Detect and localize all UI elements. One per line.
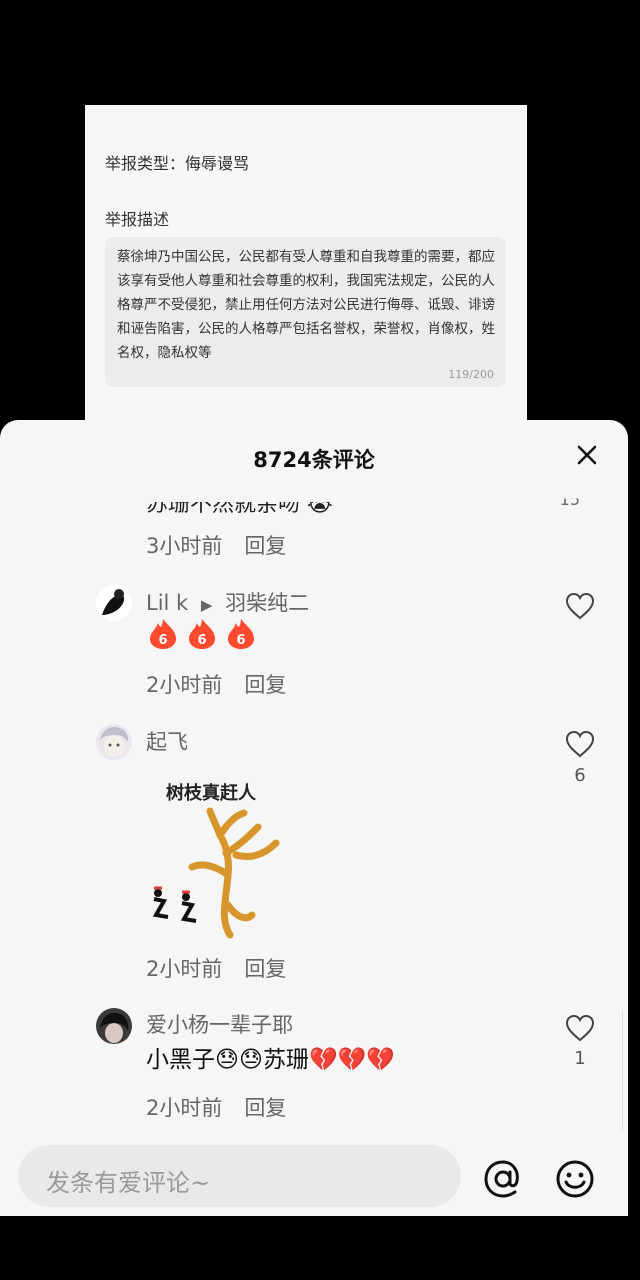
reply-button[interactable]: 回复 [244,957,286,981]
like-heart-icon[interactable] [565,592,595,620]
comment-author[interactable]: 爱小杨一辈子耶 [146,1009,293,1039]
fire-666-icon: 6 [228,619,254,649]
tree-branch-drawing [152,807,280,939]
avatar[interactable] [96,1008,132,1044]
comment-body: 6 6 6 [146,618,263,650]
comment-meta: 2小时前 回复 [146,669,286,699]
mention-at-icon[interactable] [482,1158,524,1200]
close-icon[interactable] [576,444,598,466]
comment-time: 2小时前 [146,957,223,981]
svg-text:6: 6 [158,633,167,648]
comment-meta: 2小时前 回复 [146,1092,286,1122]
comment-body: 小黑子😓😓苏珊💔💔💔 [146,1047,395,1073]
report-type: 举报类型：侮辱谩骂 [105,154,250,173]
comment-text: 苏珊不然就亲吻 😭 [146,492,333,517]
comment-time: 3小时前 [146,534,223,558]
comment-input[interactable]: 发条有爱评论~ [18,1145,461,1207]
report-panel: 举报类型：侮辱谩骂 举报描述 蔡徐坤乃中国公民，公民都有受人尊重和自我尊重的需要… [85,105,527,435]
broken-heart-icon: 💔💔💔 [308,1047,395,1073]
sticker-image[interactable]: 树枝真赶人 [140,775,290,945]
like-count: 15 [559,490,580,509]
svg-text:6: 6 [236,633,245,648]
report-description-text: 蔡徐坤乃中国公民，公民都有受人尊重和自我尊重的需要，都应该享有受他人尊重和社会尊… [117,249,495,361]
svg-text:6: 6 [197,633,206,648]
sticker-caption: 树枝真赶人 [166,783,256,804]
reply-arrow-icon: ▶ [200,596,213,614]
like-count: 6 [574,765,586,786]
comment-meta: 2小时前 回复 [146,953,286,983]
like-count: 1 [574,1048,586,1069]
comment-author[interactable]: Lil k ▶ 羽柴纯二 [146,587,309,617]
comments-sheet: 8724条评论 苏珊不然就亲吻 😭 15 3小时前 回复 Lil k ▶ 羽柴纯二… [0,420,628,1216]
comment-time: 2小时前 [146,1096,223,1120]
comment-time: 2小时前 [146,673,223,697]
report-description-box[interactable]: 蔡徐坤乃中国公民，公民都有受人尊重和自我尊重的需要，都应该享有受他人尊重和社会尊… [105,237,506,387]
crying-emoji-icon: 😭 [307,492,333,517]
like-heart-icon[interactable] [565,730,595,758]
char-counter: 119/200 [448,368,494,381]
fire-666-icon: 6 [189,619,215,649]
sweat-emoji-icon: 😓😓 [215,1047,263,1073]
report-description-label: 举报描述 [105,210,170,229]
reply-button[interactable]: 回复 [244,673,286,697]
emoji-icon[interactable] [554,1158,596,1200]
comment-author[interactable]: 起飞 [146,726,188,756]
comment-composer: 发条有爱评论~ [0,1130,628,1216]
reply-button[interactable]: 回复 [244,1096,286,1120]
comment-meta: 3小时前 回复 [146,530,286,560]
like-heart-icon[interactable] [565,1014,595,1042]
comments-title: 8724条评论 [253,448,375,472]
fire-666-icon: 6 [150,619,176,649]
reply-button[interactable]: 回复 [244,534,286,558]
avatar[interactable] [96,724,132,760]
avatar[interactable] [96,585,132,621]
